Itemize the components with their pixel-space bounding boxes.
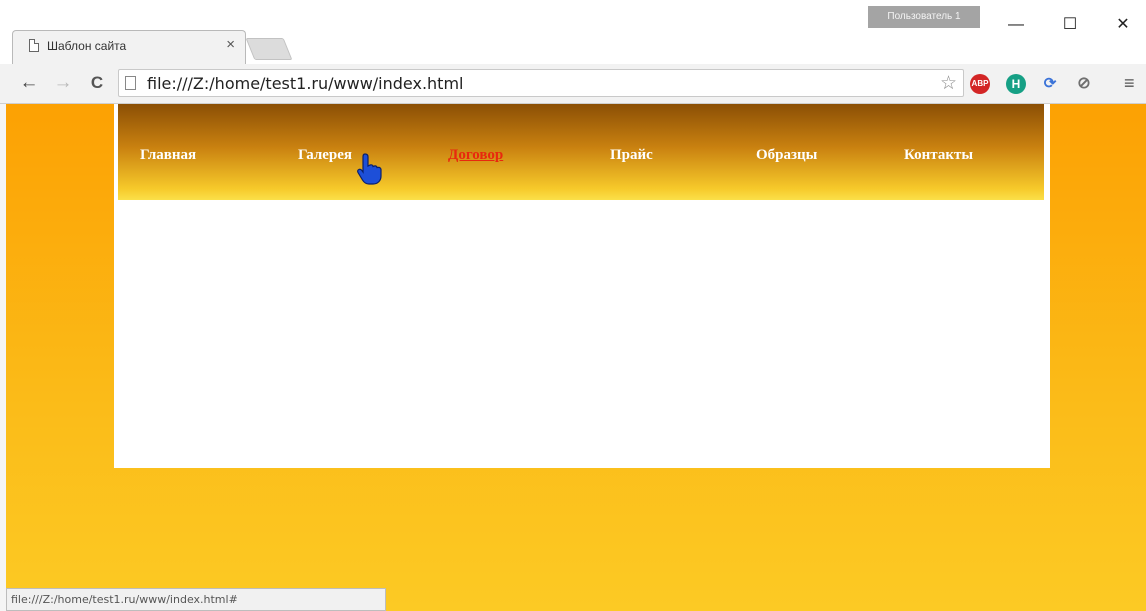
browser-toolbar: ← → C file:///Z:/home/test1.ru/www/index… [0, 64, 1146, 104]
reload-icon[interactable]: C [86, 72, 108, 94]
back-icon[interactable]: ← [18, 72, 40, 94]
browser-menu-icon[interactable]: ≡ [1124, 73, 1135, 94]
hand-pointer-icon [357, 153, 382, 185]
browser-title-bar: Шаблон сайта × Пользователь 1 — ☐ ✕ [0, 0, 1146, 64]
site-menu: Главная Галерея Договор Прайс Образцы Ко… [118, 147, 1044, 171]
menu-item-price[interactable]: Прайс [610, 147, 653, 164]
minimize-button[interactable]: — [1001, 10, 1031, 40]
bookmark-star-icon[interactable]: ☆ [940, 72, 957, 95]
menu-item-gallery[interactable]: Галерея [298, 147, 352, 164]
status-bar: file:///Z:/home/test1.ru/www/index.html# [6, 588, 386, 611]
profile-button[interactable]: Пользователь 1 [868, 6, 980, 28]
sync-icon[interactable]: ⟳ [1040, 74, 1060, 94]
url-text[interactable]: file:///Z:/home/test1.ru/www/index.html [147, 74, 463, 93]
close-window-button[interactable]: ✕ [1108, 10, 1138, 40]
menu-item-home[interactable]: Главная [140, 147, 196, 164]
new-tab-button[interactable] [245, 38, 293, 60]
maximize-button[interactable]: ☐ [1055, 10, 1085, 40]
page-viewport: Главная Галерея Договор Прайс Образцы Ко… [0, 104, 1146, 611]
h-extension-icon[interactable]: H [1006, 74, 1026, 94]
page-info-icon[interactable] [125, 76, 136, 90]
menu-item-samples[interactable]: Образцы [756, 147, 817, 164]
menu-item-contract[interactable]: Договор [448, 147, 503, 164]
adblock-icon[interactable]: ABP [970, 74, 990, 94]
block-icon[interactable]: ⊘ [1074, 74, 1094, 94]
menu-item-contacts[interactable]: Контакты [904, 147, 973, 164]
address-bar[interactable]: file:///Z:/home/test1.ru/www/index.html … [118, 69, 964, 97]
close-tab-icon[interactable]: × [226, 36, 235, 53]
tab-title: Шаблон сайта [47, 39, 127, 53]
forward-icon[interactable]: → [52, 72, 74, 94]
browser-tab[interactable]: Шаблон сайта × [12, 30, 246, 64]
document-icon [29, 39, 39, 52]
site-container: Главная Галерея Договор Прайс Образцы Ко… [114, 104, 1050, 468]
site-menu-bar: Главная Галерея Договор Прайс Образцы Ко… [118, 104, 1044, 200]
